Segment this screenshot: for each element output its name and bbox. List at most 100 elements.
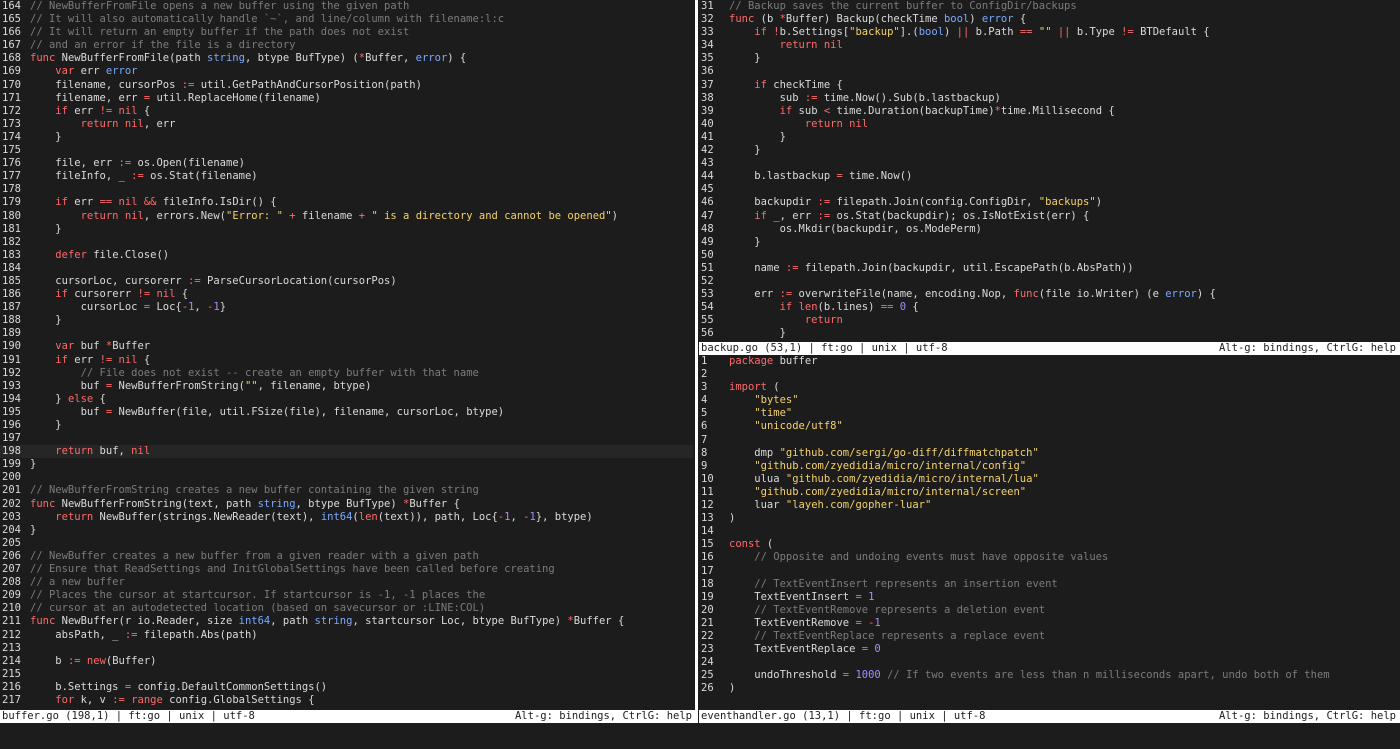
left-code-line[interactable]: 188 }	[0, 314, 693, 327]
top-right-code-line[interactable]: 55 return	[699, 314, 1400, 327]
top-right-code-line[interactable]: 34 return nil	[699, 39, 1400, 52]
left-code-line[interactable]: 181 }	[0, 223, 693, 236]
code-text[interactable]	[729, 157, 1400, 170]
code-text[interactable]: TextEventInsert = 1	[729, 591, 1400, 604]
left-code-line[interactable]: 178	[0, 183, 693, 196]
left-code-line[interactable]: 204}	[0, 524, 693, 537]
left-code-line[interactable]: 213	[0, 642, 693, 655]
bottom-right-code-line[interactable]: 4 "bytes"	[699, 394, 1400, 407]
top-right-code-line[interactable]: 35 }	[699, 52, 1400, 65]
top-right-editor-pane[interactable]: 31 // Backup saves the current buffer to …	[699, 0, 1400, 342]
code-text[interactable]: if checkTime {	[729, 79, 1400, 92]
left-code-line[interactable]: 190 var buf *Buffer	[0, 340, 693, 353]
top-right-code-view[interactable]: 31 // Backup saves the current buffer to …	[699, 0, 1400, 340]
code-text[interactable]: name := filepath.Join(backupdir, util.Es…	[729, 262, 1400, 275]
top-right-code-line[interactable]: 48 os.Mkdir(backupdir, os.ModePerm)	[699, 223, 1400, 236]
left-code-line[interactable]: 201 // NewBufferFromString creates a new …	[0, 484, 693, 497]
code-text[interactable]	[30, 668, 693, 681]
code-text[interactable]: package buffer	[729, 355, 1400, 368]
code-text[interactable]: )	[729, 682, 1400, 695]
bottom-right-code-line[interactable]: 12 luar "layeh.com/gopher-luar"	[699, 499, 1400, 512]
left-code-line[interactable]: 177 fileInfo, _ := os.Stat(filename)	[0, 170, 693, 183]
left-code-line[interactable]: 164 // NewBufferFromFile opens a new buff…	[0, 0, 693, 13]
code-text[interactable]: // Ensure that ReadSettings and InitGlob…	[30, 563, 693, 576]
code-text[interactable]	[30, 236, 693, 249]
code-text[interactable]: undoThreshold = 1000 // If two events ar…	[729, 669, 1400, 682]
code-text[interactable]: } else {	[30, 393, 693, 406]
code-text[interactable]: // NewBufferFromString creates a new buf…	[30, 484, 693, 497]
code-text[interactable]: if sub < time.Duration(backupTime)*time.…	[729, 105, 1400, 118]
code-text[interactable]: }	[30, 419, 693, 432]
code-text[interactable]: return nil	[729, 39, 1400, 52]
code-text[interactable]: buf = NewBuffer(file, util.FSize(file), …	[30, 406, 693, 419]
code-text[interactable]: func NewBufferFromFile(path string, btyp…	[30, 52, 693, 65]
left-code-line[interactable]: 167 // and an error if the file is a dire…	[0, 39, 693, 52]
code-text[interactable]: TextEventReplace = 0	[729, 643, 1400, 656]
left-code-line[interactable]: 210 // cursor at an autodetected location…	[0, 602, 693, 615]
vertical-split-divider[interactable]	[695, 0, 698, 723]
code-text[interactable]: if !b.Settings["backup"].(bool) || b.Pat…	[729, 26, 1400, 39]
left-code-line[interactable]: 208 // a new buffer	[0, 576, 693, 589]
code-text[interactable]: if _, err := os.Stat(backupdir); os.IsNo…	[729, 210, 1400, 223]
bottom-right-code-line[interactable]: 25 undoThreshold = 1000 // If two events…	[699, 669, 1400, 682]
left-code-line[interactable]: 195 buf = NewBuffer(file, util.FSize(fil…	[0, 406, 693, 419]
code-text[interactable]: ulua "github.com/zyedidia/micro/internal…	[729, 473, 1400, 486]
top-right-code-line[interactable]: 39 if sub < time.Duration(backupTime)*ti…	[699, 105, 1400, 118]
left-code-line[interactable]: 202 func NewBufferFromString(text, path s…	[0, 498, 693, 511]
top-right-code-line[interactable]: 36	[699, 65, 1400, 78]
code-text[interactable]	[30, 642, 693, 655]
code-text[interactable]: filename, err = util.ReplaceHome(filenam…	[30, 92, 693, 105]
bottom-right-code-line[interactable]: 24	[699, 656, 1400, 669]
left-code-line[interactable]: 199}	[0, 458, 693, 471]
left-code-line[interactable]: 186 if cursorerr != nil {	[0, 288, 693, 301]
top-right-code-line[interactable]: 33 if !b.Settings["backup"].(bool) || b.…	[699, 26, 1400, 39]
code-text[interactable]: return nil, err	[30, 118, 693, 131]
left-code-line[interactable]: 172 if err != nil {	[0, 105, 693, 118]
top-right-code-line[interactable]: 38 sub := time.Now().Sub(b.lastbackup)	[699, 92, 1400, 105]
left-code-line[interactable]: 180 return nil, errors.New("Error: " + f…	[0, 210, 693, 223]
bottom-right-code-line[interactable]: 8 dmp "github.com/sergi/go-diff/diffmatc…	[699, 447, 1400, 460]
left-code-line[interactable]: 217 for k, v := range config.GlobalSetti…	[0, 694, 693, 707]
code-text[interactable]: }	[729, 52, 1400, 65]
code-text[interactable]: "bytes"	[729, 394, 1400, 407]
code-text[interactable]	[30, 537, 693, 550]
bottom-right-code-line[interactable]: 21 TextEventRemove = -1	[699, 617, 1400, 630]
code-text[interactable]	[729, 565, 1400, 578]
top-right-code-line[interactable]: 47 if _, err := os.Stat(backupdir); os.I…	[699, 210, 1400, 223]
code-text[interactable]: backupdir := filepath.Join(config.Config…	[729, 196, 1400, 209]
code-text[interactable]: }	[30, 524, 693, 537]
code-text[interactable]	[30, 327, 693, 340]
left-code-line[interactable]: 166 // It will return an empty buffer if …	[0, 26, 693, 39]
code-text[interactable]: file, err := os.Open(filename)	[30, 157, 693, 170]
top-right-code-line[interactable]: 45	[699, 183, 1400, 196]
code-text[interactable]: }	[30, 223, 693, 236]
code-text[interactable]: defer file.Close()	[30, 249, 693, 262]
top-right-code-line[interactable]: 32 func (b *Buffer) Backup(checkTime bool…	[699, 13, 1400, 26]
code-text[interactable]: // TextEventRemove represents a deletion…	[729, 604, 1400, 617]
code-text[interactable]: // and an error if the file is a directo…	[30, 39, 693, 52]
left-code-line[interactable]: 214 b := new(Buffer)	[0, 655, 693, 668]
code-text[interactable]: }	[729, 236, 1400, 249]
left-code-line[interactable]: 187 cursorLoc = Loc{-1, -1}	[0, 301, 693, 314]
bottom-right-code-line[interactable]: 9 "github.com/zyedidia/micro/internal/co…	[699, 460, 1400, 473]
code-text[interactable]: return	[729, 314, 1400, 327]
bottom-right-code-line[interactable]: 5 "time"	[699, 407, 1400, 420]
code-text[interactable]: }	[729, 131, 1400, 144]
code-text[interactable]: // NewBuffer creates a new buffer from a…	[30, 550, 693, 563]
code-text[interactable]: b := new(Buffer)	[30, 655, 693, 668]
top-right-code-line[interactable]: 51 name := filepath.Join(backupdir, util…	[699, 262, 1400, 275]
code-text[interactable]	[729, 249, 1400, 262]
code-text[interactable]: }	[30, 458, 693, 471]
code-text[interactable]	[729, 275, 1400, 288]
bottom-right-code-line[interactable]: 1 package buffer	[699, 355, 1400, 368]
code-text[interactable]: "github.com/zyedidia/micro/internal/conf…	[729, 460, 1400, 473]
code-text[interactable]: // Opposite and undoing events must have…	[729, 551, 1400, 564]
code-text[interactable]: return buf, nil	[30, 445, 693, 459]
code-text[interactable]: func (b *Buffer) Backup(checkTime bool) …	[729, 13, 1400, 26]
bottom-right-code-line[interactable]: 10 ulua "github.com/zyedidia/micro/inter…	[699, 473, 1400, 486]
code-text[interactable]: b.lastbackup = time.Now()	[729, 170, 1400, 183]
code-text[interactable]: // TextEventReplace represents a replace…	[729, 630, 1400, 643]
left-code-view[interactable]: 164 // NewBufferFromFile opens a new buff…	[0, 0, 693, 707]
code-text[interactable]: "github.com/zyedidia/micro/internal/scre…	[729, 486, 1400, 499]
left-code-line[interactable]: 185 cursorLoc, cursorerr := ParseCursorL…	[0, 275, 693, 288]
